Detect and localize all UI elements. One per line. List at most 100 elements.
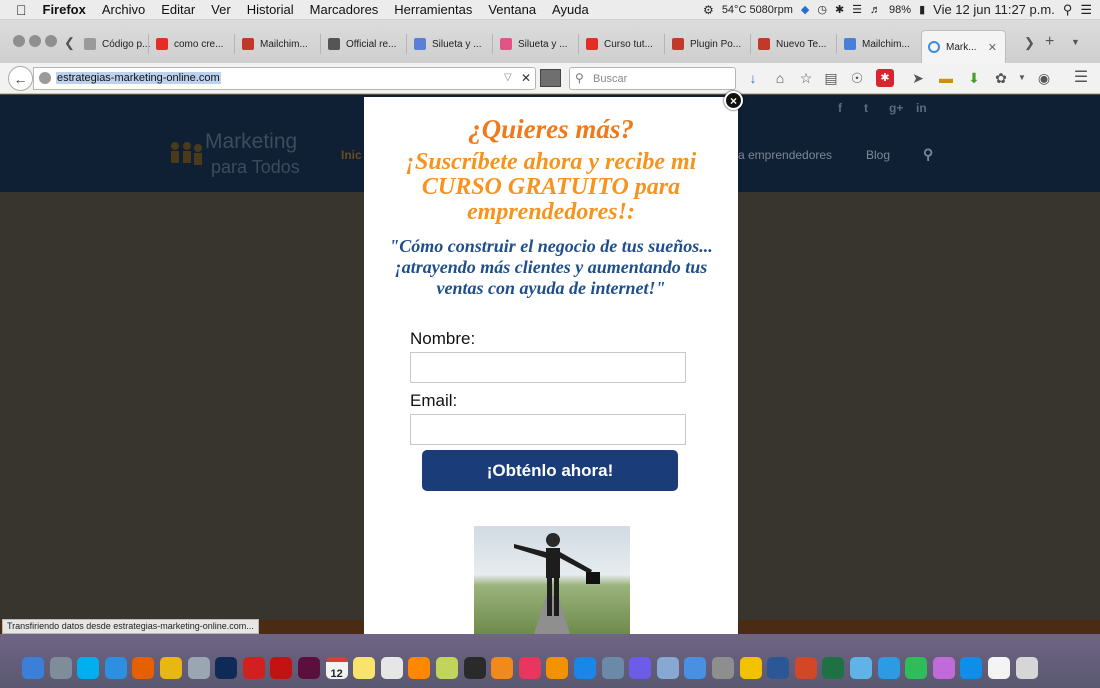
linkedin-icon[interactable]: in [916,101,927,115]
tabs-scroll-left-icon[interactable]: ❮ [64,35,75,51]
home-icon[interactable]: ⌂ [771,69,789,87]
dock-preview-icon[interactable] [187,657,210,679]
dock-mail-icon[interactable] [656,657,679,679]
dock-textedit-icon[interactable] [380,657,403,679]
window-zoom-icon[interactable] [45,35,57,47]
tab-curso[interactable]: Curso tut... [580,26,664,62]
pocket-icon[interactable]: ☉ [848,69,866,87]
tab-list-icon[interactable]: ▼ [1071,37,1080,47]
new-tab-icon[interactable]: + [1045,33,1054,51]
tab-marketing-active[interactable]: Mark... ✕ [921,30,1006,63]
backup-icon[interactable]: ◷ [817,3,827,16]
dock-amazon-icon[interactable] [491,657,514,679]
dropbox-icon[interactable]: ◆ [801,3,809,16]
nav-inicio[interactable]: Inic [341,148,362,162]
spotlight-icon[interactable]: ⚲ [1063,2,1073,18]
dock-firefox-icon[interactable] [132,657,155,679]
dock-powerpoint-icon[interactable] [794,657,817,679]
clock[interactable]: Vie 12 jun 11:27 p.m. [933,2,1055,17]
dock-system-prefs-icon[interactable] [712,657,734,679]
menu-app-name[interactable]: Firefox [35,2,94,17]
tab-silueta-2[interactable]: Silueta y ... [494,26,578,62]
facebook-icon[interactable]: f [838,101,842,115]
back-button[interactable]: ← [8,66,33,91]
menu-historial[interactable]: Historial [239,2,302,17]
temperature-icon[interactable]: ⚙ [703,3,714,17]
site-identity-icon[interactable] [39,72,51,84]
hamburger-menu-icon[interactable]: ☰ [1072,69,1090,87]
dock-photoshop-icon[interactable] [215,657,238,679]
temperature-readout[interactable]: 54°C 5080rpm [722,4,793,16]
battery-icon[interactable]: ▮ [919,3,925,16]
dock-file-transfer-icon[interactable] [877,657,900,679]
submit-button[interactable]: ¡Obténlo ahora! [422,450,678,491]
tab-plugin[interactable]: Plugin Po... [666,26,750,62]
dock-calendar-icon[interactable]: 12 [325,657,348,680]
menu-herramientas[interactable]: Herramientas [386,2,480,17]
menu-ayuda[interactable]: Ayuda [544,2,597,17]
tab-mailchimp-1[interactable]: Mailchim... [236,26,320,62]
site-search-icon[interactable]: ⚲ [923,146,933,163]
dock-acrobat-reader-icon[interactable] [270,657,293,679]
menu-marcadores[interactable]: Marcadores [302,2,387,17]
bookmark-star-icon[interactable]: ☆ [797,69,815,87]
dock-itunes-icon[interactable] [518,657,541,679]
dock-appstore-icon[interactable] [574,657,596,679]
email-field[interactable] [410,414,686,445]
dock-ibooks-icon[interactable] [546,657,569,679]
wifi-icon[interactable]: ☰ [852,3,862,16]
url-text[interactable]: estrategias-marketing-online.com [56,72,221,84]
google-plus-icon[interactable]: g+ [889,101,903,115]
ruler-icon[interactable]: ▬ [937,69,955,87]
name-field[interactable] [410,352,686,383]
tabs-scroll-right-icon[interactable]: ❯ [1024,35,1035,51]
nav-emprendedores[interactable]: a emprendedores [738,148,832,162]
addon-red-icon[interactable]: ✱ [876,69,894,87]
dock-notes-icon[interactable] [353,657,376,679]
volume-icon[interactable]: ♬ [870,4,881,16]
menu-ver[interactable]: Ver [203,2,239,17]
dock-safari-icon[interactable] [104,657,127,679]
dock-colorsync-icon[interactable] [436,657,458,679]
dock-finder-icon[interactable] [22,657,44,679]
dock-imovie-icon[interactable] [629,657,652,679]
tab-codigo[interactable]: Código p... [78,26,158,62]
dock-migration-icon[interactable] [601,657,624,679]
dock-burn-icon[interactable] [739,657,762,679]
notifications-icon[interactable]: ☰ [1080,2,1092,18]
url-dropdown-icon[interactable]: ▽ [504,72,512,83]
dock-downloads-icon[interactable] [684,657,707,679]
window-close-icon[interactable] [13,35,25,47]
reading-list-icon[interactable]: ▤ [822,69,840,87]
window-minimize-icon[interactable] [29,35,41,47]
bluetooth-icon[interactable]: ✱ [835,3,844,16]
menu-editar[interactable]: Editar [153,2,203,17]
dock-launchpad-icon[interactable] [49,657,72,679]
page-thumbnail-icon[interactable] [540,69,561,87]
send-icon[interactable]: ➤ [909,69,927,87]
download-helper-icon[interactable]: ⬇ [965,69,983,87]
dock-quicktime-icon[interactable] [463,657,486,679]
dock-facetime-icon[interactable] [905,657,928,679]
dock-skype-icon[interactable] [77,657,100,679]
dock-preview-2-icon[interactable] [850,657,872,679]
url-bar[interactable]: estrategias-marketing-online.com ▽ ✕ [33,67,536,90]
tab-youtube-como[interactable]: como cre... [150,26,234,62]
downloads-icon[interactable]: ↓ [744,69,762,87]
dock-chrome-icon[interactable] [160,657,182,679]
dock-teamviewer-icon[interactable] [960,657,983,679]
popup-close-button[interactable]: × [724,91,743,110]
tab-close-icon[interactable]: ✕ [988,41,997,54]
extension-dropdown-icon[interactable]: ▼ [1013,69,1031,87]
stop-icon[interactable]: ✕ [521,71,531,85]
dock-word-icon[interactable] [767,657,790,679]
dock-acrobat-icon[interactable] [242,657,265,679]
extension-icon[interactable]: ✿ [992,69,1010,87]
tab-nuevo[interactable]: Nuevo Te... [752,26,836,62]
menu-ventana[interactable]: Ventana [480,2,544,17]
dock-screen-sharing-icon[interactable] [932,657,955,679]
tab-mailchimp-2[interactable]: Mailchim... [838,26,920,62]
dock-excel-icon[interactable] [822,657,845,679]
twitter-icon[interactable]: t [864,101,868,115]
dock-vlc-icon[interactable] [408,657,431,679]
